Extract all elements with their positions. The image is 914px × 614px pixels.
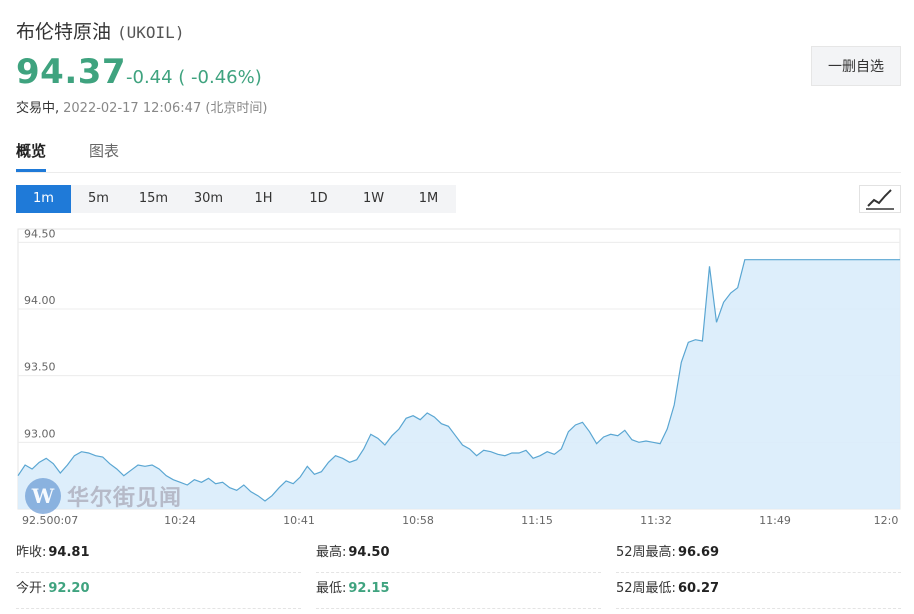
- timestamp: 2022-02-17 12:06:47 (北京时间): [63, 101, 268, 116]
- price-change: -0.44 ( -0.46%): [126, 67, 262, 88]
- period-15m[interactable]: 15m: [126, 185, 181, 213]
- stat-prev-close: 昨收: 94.81: [16, 538, 301, 573]
- instrument-title: 布伦特原油 (UKOIL): [16, 17, 184, 44]
- watermark: W 华尔街见闻: [25, 478, 182, 514]
- period-1m[interactable]: 1m: [16, 185, 71, 213]
- stat-low: 最低: 92.15: [316, 574, 601, 609]
- remove-watchlist-button[interactable]: 一删自选: [811, 46, 901, 86]
- period-1d[interactable]: 1D: [291, 185, 346, 213]
- x-tick-label: 10:24: [164, 514, 196, 527]
- instrument-code: (UKOIL): [117, 23, 185, 42]
- watermark-text: 华尔街见闻: [67, 485, 183, 511]
- period-1w[interactable]: 1W: [346, 185, 401, 213]
- period-30m[interactable]: 30m: [181, 185, 236, 213]
- y-tick-label: 94.00: [24, 294, 56, 307]
- x-tick-label: 11:32: [640, 514, 672, 527]
- tab-overview[interactable]: 概览: [16, 140, 47, 172]
- watermark-logo: W: [25, 478, 61, 514]
- stat-open: 今开: 92.20: [16, 574, 301, 609]
- chart-type-toggle[interactable]: [859, 185, 901, 213]
- x-tick-label: 10:58: [402, 514, 434, 527]
- status-text: 交易中,: [16, 101, 60, 116]
- y-tick-label: 94.50: [24, 227, 56, 240]
- x-tick-label: 10:41: [283, 514, 315, 527]
- stat-52w-low: 52周最低: 60.27: [616, 574, 901, 609]
- period-1h[interactable]: 1H: [236, 185, 291, 213]
- tab-bar: 概览 图表: [16, 140, 901, 173]
- y-tick-label: 93.50: [24, 361, 56, 374]
- tab-chart[interactable]: 图表: [89, 140, 119, 171]
- period-selector: 1m 5m 15m 30m 1H 1D 1W 1M: [16, 185, 456, 213]
- period-1mo[interactable]: 1M: [401, 185, 456, 213]
- x-tick-label: 92.500:07: [22, 514, 78, 527]
- line-chart-icon: [866, 189, 894, 210]
- current-price: 94.37: [16, 52, 127, 92]
- x-tick-label: 11:15: [521, 514, 553, 527]
- period-5m[interactable]: 5m: [71, 185, 126, 213]
- x-tick-label: 12:0: [874, 514, 899, 527]
- stat-high: 最高: 94.50: [316, 538, 601, 573]
- price-area: [18, 259, 900, 509]
- instrument-name: 布伦特原油: [16, 21, 112, 43]
- y-tick-label: 93.00: [24, 427, 56, 440]
- trade-status: 交易中, 2022-02-17 12:06:47 (北京时间): [16, 97, 268, 116]
- x-tick-label: 11:49: [759, 514, 791, 527]
- stat-52w-high: 52周最高: 96.69: [616, 538, 901, 573]
